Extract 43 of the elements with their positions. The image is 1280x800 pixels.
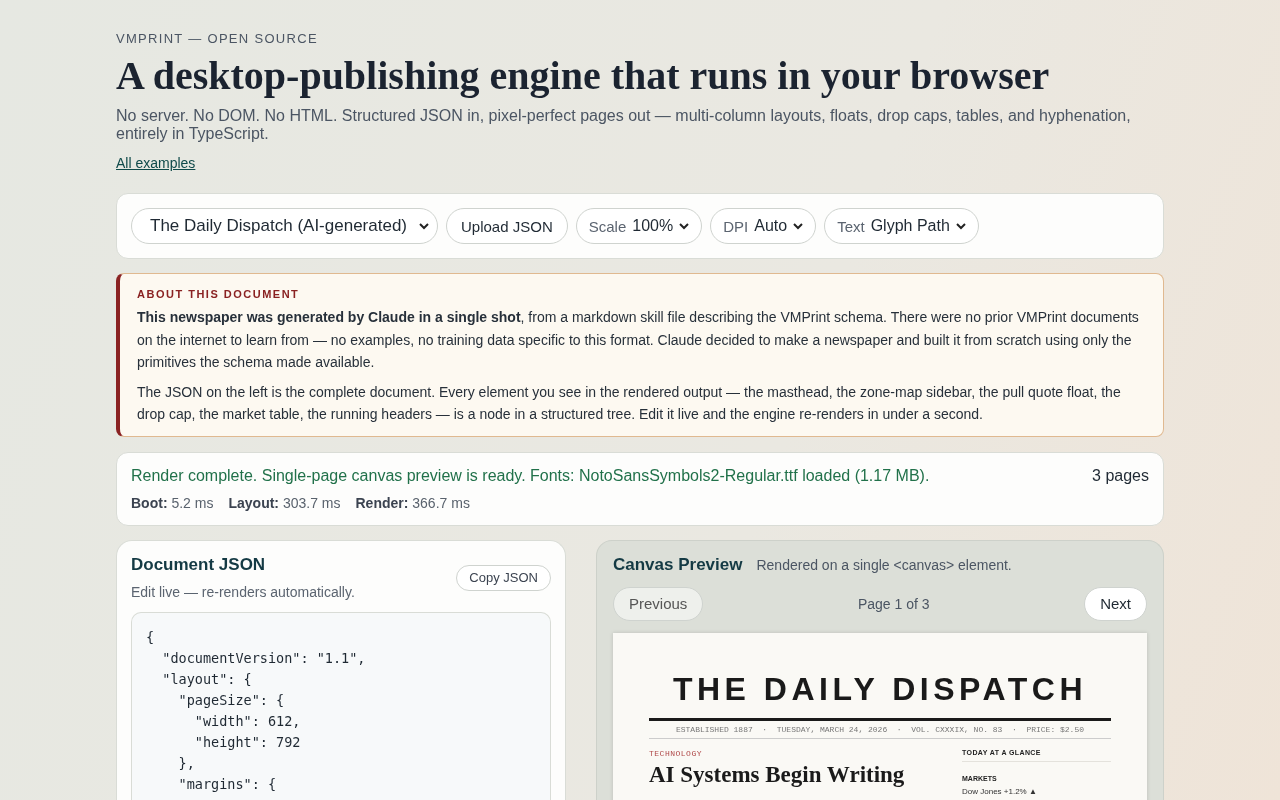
market-line: Dow Jones +1.2% ▲: [962, 786, 1037, 796]
caret-icon: [793, 222, 804, 230]
next-button[interactable]: Next: [1084, 586, 1147, 621]
article-headline: AI Systems Begin Writing: [649, 761, 905, 788]
code-line: "layout": {: [161, 669, 252, 689]
page-title: A desktop-publishing engine that runs in your browser: [116, 52, 1050, 99]
panel-title: Canvas Preview: [613, 554, 743, 575]
page-indicator: Page 1 of 3: [857, 595, 930, 612]
option-select[interactable]: Text Glyph Path: [824, 208, 979, 244]
about-heading: ABOUT THIS DOCUMENT: [137, 288, 301, 300]
subtitle: No server. No DOM. No HTML. Structured JSON in, pixel-perfect pages out — multi-column layouts, floats, drop caps, tables, and hyphenation, entirely in TypeScript.: [116, 107, 1132, 143]
code-line: "width": 612,: [193, 711, 301, 731]
caret-icon: [419, 222, 429, 230]
examples-link[interactable]: All examples: [116, 155, 196, 171]
caret-icon: [955, 222, 966, 230]
page-count: 3 pages: [1092, 466, 1149, 485]
option-select[interactable]: Scale 100%: [575, 208, 703, 244]
panel-title: Document JSON: [131, 554, 266, 575]
status-message: Render complete. Single-page canvas preview is ready. Fonts: NotoSansSymbols2-Regular.ttf loaded (1.17 MB).: [131, 466, 930, 485]
copy-button[interactable]: Copy JSON: [456, 564, 551, 591]
about-paragraph: This newspaper was generated by Claude in a single shot, from a markdown skill file describing the VMPrint schema. There were no prior VMPrint documents on the internet to learn from — no examples, no training data specific to this format. Claude decided to make a newspaper and built it from scratch using only the primitives the schema made available.: [137, 308, 1140, 372]
timing-stat: Render: 366.7 ms: [355, 494, 470, 511]
timing-stat: Boot: 5.2 ms: [131, 494, 214, 511]
option-select[interactable]: DPI Auto: [710, 208, 817, 244]
upload-button[interactable]: Upload JSON: [446, 208, 568, 244]
timing-stat: Layout: 303.7 ms: [228, 494, 341, 511]
code-line: "documentVersion": "1.1",: [161, 648, 366, 668]
about-paragraph: The JSON on the left is the complete document. Every element you see in the rendered output — the masthead, the zone-map sidebar, the pull quote float, the drop cap, the market table, the running headers — is a node in a structured tree. Edit it live and the engine re-renders in under a second.: [137, 382, 1122, 424]
code-editor[interactable]: { "documentVersion": "1.1", "layout": { "pageSize": { "width": 612, "height": 792 }, "margins": {: [131, 611, 551, 800]
caret-icon: [679, 222, 690, 230]
code-line: "height": 792: [193, 732, 301, 752]
code-line: {: [146, 627, 155, 647]
panel-caption: Rendered on a single <canvas> element.: [756, 556, 1012, 573]
dateline: ESTABLISHED 1887 · TUESDAY, MARCH 24, 2026 · VOL. CXXXIX, NO. 83 · PRICE: $2.50: [675, 724, 1085, 734]
panel-hint: Edit live — re-renders automatically.: [131, 583, 355, 600]
previous-button[interactable]: Previous: [613, 586, 704, 621]
document-select[interactable]: The Daily Dispatch (AI-generated): [131, 208, 438, 244]
code-line: "pageSize": {: [177, 690, 285, 710]
code-line: },: [177, 753, 195, 773]
code-line: "margins": {: [177, 774, 277, 794]
eyebrow-label: VMPRINT — OPEN SOURCE: [116, 31, 318, 46]
section-label: TECHNOLOGY: [649, 748, 702, 758]
masthead: THE DAILY DISPATCH: [672, 670, 1088, 708]
